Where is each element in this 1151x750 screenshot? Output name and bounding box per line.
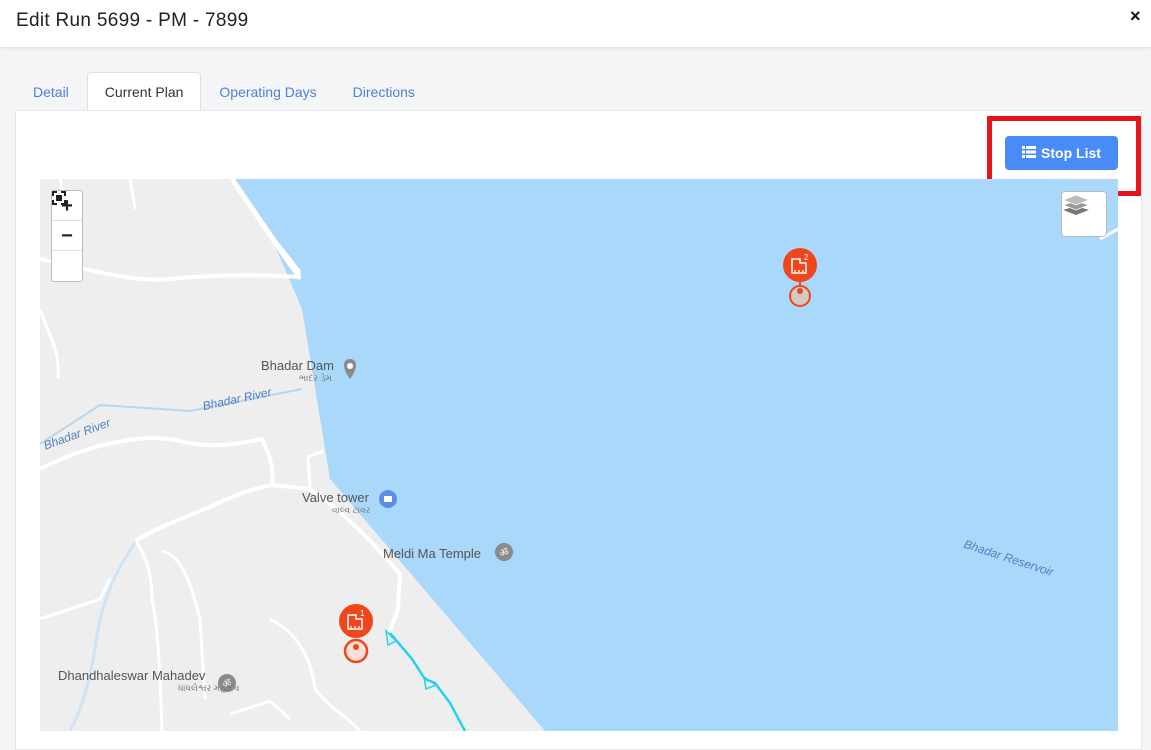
place-label-meldi-ma-temple: Meldi Ma Temple bbox=[383, 546, 482, 561]
list-icon bbox=[1022, 145, 1037, 161]
place-label-dhandhaleswar: Dhandhaleswar Mahadev bbox=[58, 668, 206, 683]
map-canvas: ॐ ॐ bbox=[40, 179, 1118, 731]
tab-detail[interactable]: Detail bbox=[15, 72, 87, 111]
om-icon: ॐ bbox=[495, 543, 513, 561]
layers-button[interactable] bbox=[1061, 191, 1107, 237]
fullscreen-button[interactable] bbox=[52, 191, 82, 281]
shop-icon bbox=[379, 490, 397, 508]
stop-list-label: Stop List bbox=[1041, 145, 1101, 161]
tab-bar: Detail Current Plan Operating Days Direc… bbox=[15, 72, 433, 111]
place-sublabel-dhandhaleswar: ધાંધલેશ્વર મહાદેવ bbox=[178, 683, 240, 693]
stop-number-2: 2 bbox=[804, 253, 809, 262]
place-sublabel-bhadar-dam: ભાદર ડેમ bbox=[299, 373, 332, 383]
stop-list-button[interactable]: Stop List bbox=[1005, 136, 1118, 170]
stop-number-1: 1 bbox=[360, 609, 365, 618]
svg-text:ॐ: ॐ bbox=[499, 547, 508, 559]
tab-directions[interactable]: Directions bbox=[335, 72, 433, 111]
place-label-valve-tower: Valve tower bbox=[302, 490, 369, 505]
layers-icon bbox=[1062, 194, 1090, 215]
route-arrow bbox=[422, 675, 438, 691]
place-label-bhadar-dam: Bhadar Dam bbox=[261, 358, 334, 373]
tab-operating-days[interactable]: Operating Days bbox=[201, 72, 334, 111]
tab-current-plan[interactable]: Current Plan bbox=[86, 72, 202, 111]
route-map[interactable]: ॐ ॐ Bhadar Dam ભાદર ડેમ Valve tower વાલ્… bbox=[40, 179, 1118, 731]
close-button[interactable]: × bbox=[1130, 6, 1141, 27]
zoom-control: + − bbox=[51, 190, 83, 282]
edit-run-modal: Edit Run 5699 - PM - 7899 × Detail Curre… bbox=[0, 0, 1151, 750]
modal-title: Edit Run 5699 - PM - 7899 bbox=[16, 10, 249, 31]
zoom-out-button[interactable]: − bbox=[52, 221, 82, 251]
place-sublabel-valve-tower: વાલ્વ ટાવર bbox=[332, 505, 371, 515]
fullscreen-icon bbox=[52, 191, 66, 205]
modal-header: Edit Run 5699 - PM - 7899 × bbox=[0, 0, 1151, 48]
stop-marker-1[interactable] bbox=[339, 604, 373, 664]
